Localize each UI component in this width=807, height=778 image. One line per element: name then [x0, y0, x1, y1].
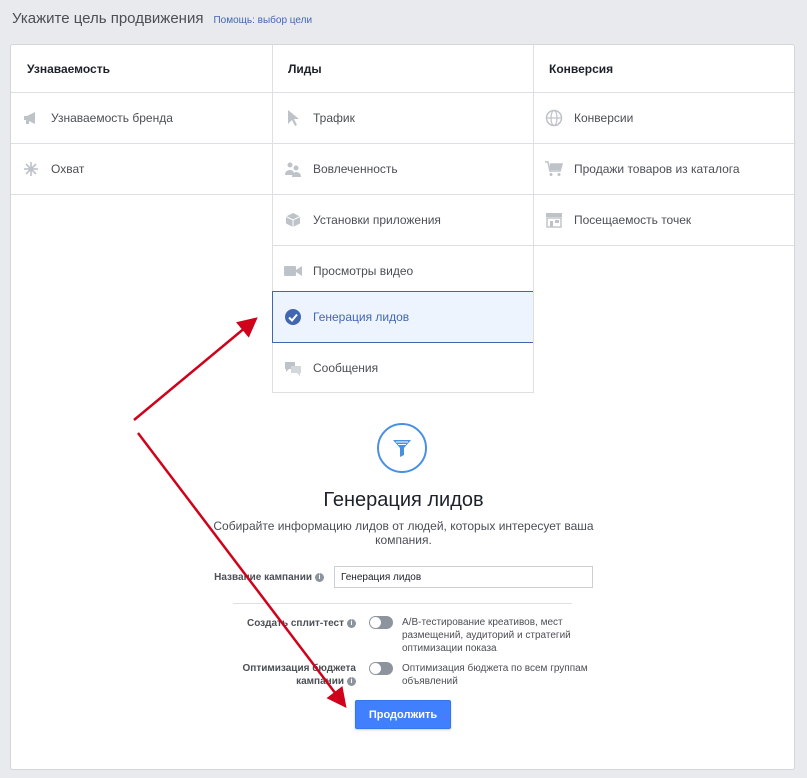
objective-messages[interactable]: Сообщения: [273, 343, 533, 393]
column-divider: [533, 241, 534, 393]
objective-label: Установки приложения: [313, 213, 441, 227]
split-test-label: Создать сплит-тест i: [211, 617, 356, 630]
column-header-leads: Лиды: [272, 45, 533, 93]
budget-optimization-label: Оптимизация бюджета кампании i: [242, 663, 356, 687]
objective-label: Охват: [51, 162, 85, 176]
page-title: Укажите цель продвижения: [12, 10, 204, 27]
funnel-icon: [377, 423, 427, 473]
objective-label: Просмотры видео: [313, 264, 414, 278]
objective-brand-awareness[interactable]: Узнаваемость бренда: [11, 93, 272, 144]
split-test-description: A/B-тестирование креативов, мест размеще…: [402, 617, 571, 654]
objective-catalog-sales[interactable]: Продажи товаров из каталога: [534, 144, 796, 195]
people-icon: [284, 160, 302, 178]
objective-label: Посещаемость точек: [574, 213, 692, 227]
detail-title: Генерация лидов: [323, 489, 484, 511]
chat-bubbles-icon: [284, 359, 302, 377]
continue-button[interactable]: Продолжить: [355, 700, 451, 729]
objective-app-installs[interactable]: Установки приложения: [273, 195, 533, 246]
budget-optimization-toggle[interactable]: [369, 662, 393, 675]
column-header-awareness: Узнаваемость: [11, 45, 272, 93]
column-header-conversion: Конверсия: [533, 45, 796, 93]
objective-label: Продажи товаров из каталога: [574, 162, 740, 176]
objective-video-views[interactable]: Просмотры видео: [273, 246, 533, 297]
budget-optimization-description: Оптимизация бюджета по всем группам объя…: [402, 663, 588, 687]
cart-icon: [545, 160, 563, 178]
objective-lead-generation[interactable]: Генерация лидов: [272, 291, 534, 343]
objective-label: Трафик: [313, 111, 355, 125]
megaphone-icon: [22, 109, 40, 127]
reach-icon: [22, 160, 40, 178]
info-icon[interactable]: i: [347, 676, 356, 686]
box-icon: [284, 211, 302, 229]
help-link[interactable]: Помощь: выбор цели: [213, 15, 312, 26]
objective-label: Вовлеченность: [313, 162, 398, 176]
info-icon[interactable]: i: [315, 572, 324, 582]
objective-label: Генерация лидов: [313, 310, 410, 324]
campaign-name-input[interactable]: [334, 566, 593, 588]
campaign-name-label: Название кампании i: [161, 571, 324, 584]
objective-label: Узнаваемость бренда: [51, 111, 173, 125]
objective-engagement[interactable]: Вовлеченность: [273, 144, 533, 195]
video-camera-icon: [284, 262, 302, 280]
globe-icon: [545, 109, 563, 127]
objective-panel: Узнаваемость Лиды Конверсия Узнаваемость…: [10, 44, 796, 770]
check-circle-icon: [284, 308, 302, 326]
detail-description: Собирайте информацию лидов от людей, кот…: [213, 519, 594, 547]
objective-store-visits[interactable]: Посещаемость точек: [534, 195, 796, 246]
objective-conversions[interactable]: Конверсии: [534, 93, 796, 144]
store-icon: [545, 211, 563, 229]
section-divider: [233, 603, 572, 604]
objective-label: Сообщения: [313, 360, 379, 375]
objective-reach[interactable]: Охват: [11, 144, 272, 195]
cursor-icon: [284, 109, 302, 127]
objective-traffic[interactable]: Трафик: [273, 93, 533, 144]
page-header: Укажите цель продвижения Помощь: выбор ц…: [12, 10, 312, 27]
split-test-toggle[interactable]: [369, 616, 393, 629]
info-icon[interactable]: i: [347, 618, 356, 628]
objective-label: Конверсии: [574, 111, 634, 125]
